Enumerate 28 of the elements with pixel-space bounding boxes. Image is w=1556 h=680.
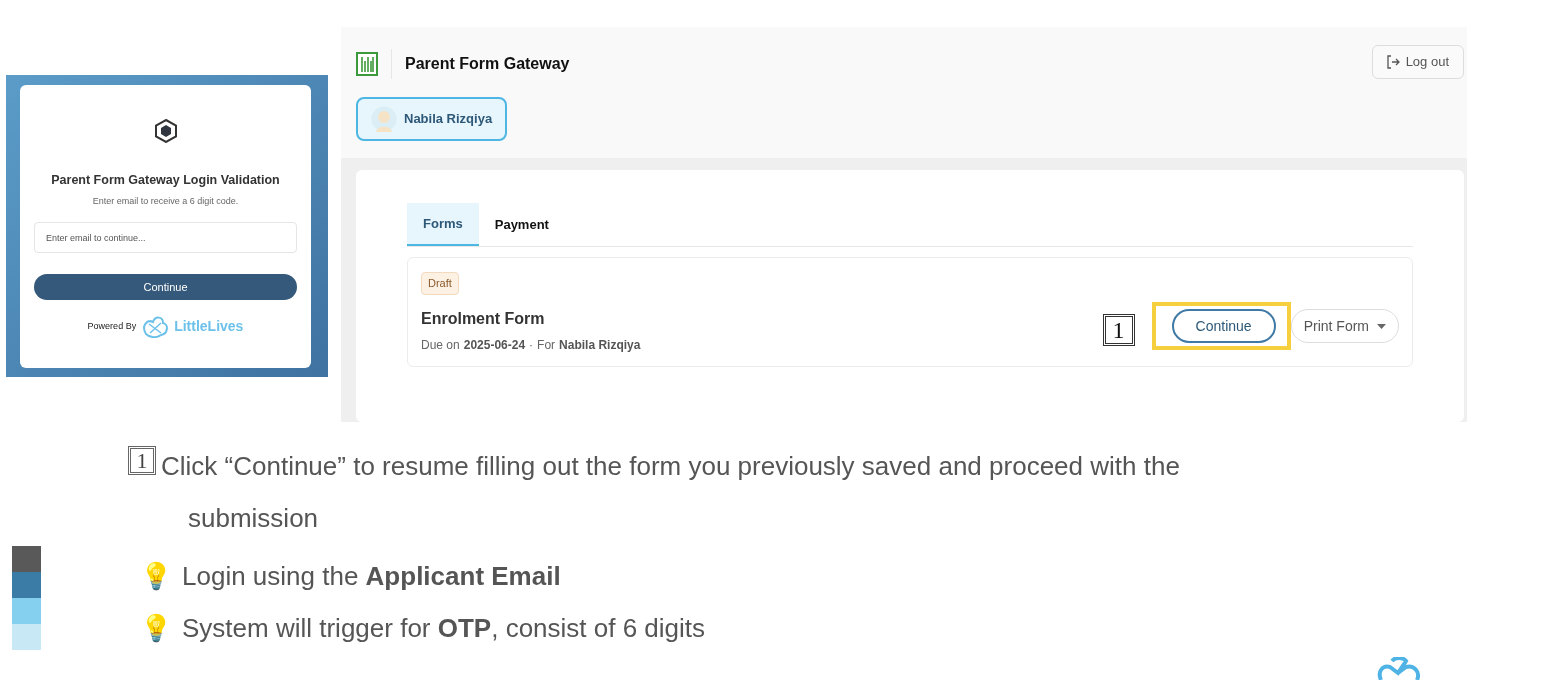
- email-field[interactable]: Enter email to continue...: [34, 222, 297, 254]
- tip-text: System will trigger for OTP, consist of 6 digits: [182, 612, 706, 645]
- tab[interactable]: Payment: [478, 203, 565, 246]
- caret-down-icon: [1377, 323, 1386, 329]
- avatar-icon: [371, 106, 397, 132]
- continue-button[interactable]: Continue: [34, 274, 297, 301]
- bars-logo-icon: [356, 52, 378, 76]
- lightbulb-icon: 💡: [140, 556, 172, 596]
- step-number: 1: [128, 446, 156, 475]
- login-title: Parent Form Gateway Login Validation: [51, 172, 280, 189]
- status-tag: Draft: [421, 272, 459, 295]
- instruction-text: Click “Continue” to resume filling out the form you previously saved and proceed with the submission: [161, 450, 1181, 535]
- lightbulb-icon: 💡: [140, 608, 172, 648]
- form-name: Enrolment Form: [421, 308, 546, 329]
- tab[interactable]: Forms: [407, 203, 479, 246]
- app-title: Parent Form Gateway: [405, 54, 570, 74]
- logo-icon: [1377, 657, 1421, 680]
- powered-by-text: Powered By: [87, 319, 137, 333]
- login-subtitle: Enter email to receive a 6 digit code.: [92, 194, 239, 208]
- logout-icon: [1386, 55, 1400, 69]
- continue-button[interactable]: Continue: [1171, 309, 1276, 343]
- brand-name: LittleLives: [174, 316, 244, 336]
- logout-button[interactable]: Log out: [1371, 45, 1464, 79]
- child-chip[interactable]: Nabila Rizqiya: [356, 97, 508, 141]
- step-number: 1: [1102, 314, 1135, 346]
- tip-text: Login using the Applicant Email: [182, 560, 561, 593]
- form-due-text: Due on 2025-06-24 · For Nabila Rizqiya: [421, 336, 641, 354]
- hexagon-logo-icon: [154, 119, 177, 143]
